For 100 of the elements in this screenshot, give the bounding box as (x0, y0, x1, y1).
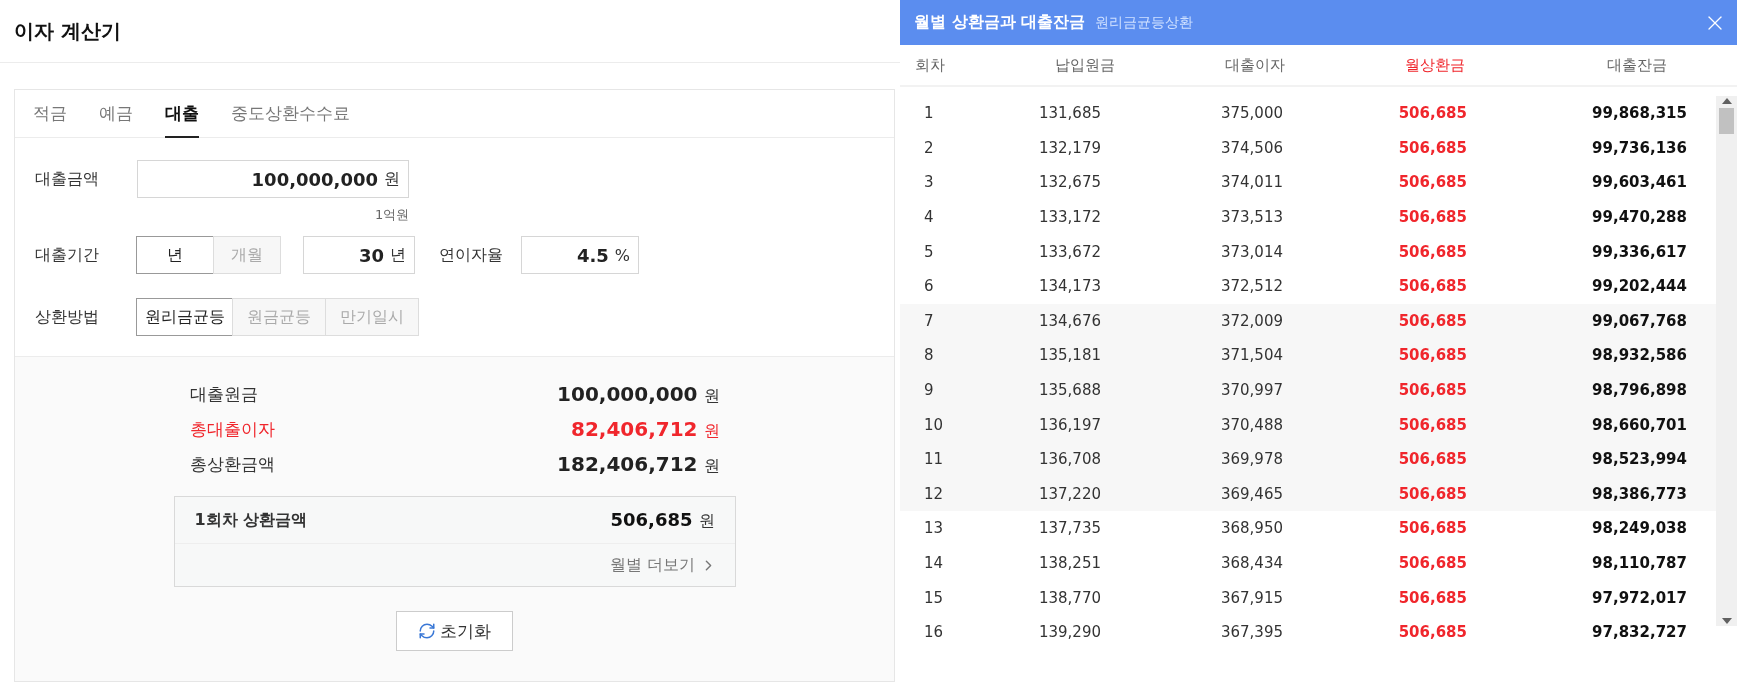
table-cell-text: 368,950 (1219, 519, 1284, 538)
table-cell-text: 138,251 (1037, 554, 1102, 572)
panel-subtitle: 원리금균등상환 (1095, 13, 1195, 32)
table-cell-text: 506,685 (1397, 208, 1468, 227)
table-cell-text: 367,915 (1219, 588, 1284, 607)
unit-label: 원 (703, 386, 720, 407)
column-header: 대출잔금 (1606, 55, 1668, 75)
table-cell-text: 99,470,288 (1591, 208, 1688, 227)
table-cell-text: 139,290 (1037, 623, 1102, 642)
table-cell-text: 373,513 (1219, 208, 1284, 227)
table-cell-text: 136,708 (1037, 450, 1102, 469)
table-cell-text: 368,434 (1219, 554, 1284, 572)
table-cell-text: 16 (923, 623, 945, 642)
unit-toggle[interactable]: 년 (136, 236, 214, 274)
refresh-icon (418, 622, 436, 640)
tab[interactable]: 적금 (33, 90, 67, 138)
table-cell-text: 3 (923, 173, 935, 192)
table-cell-text: 1 (923, 104, 935, 123)
scrollbar-thumb[interactable] (1719, 108, 1734, 134)
table-cell-text: 135,688 (1037, 381, 1102, 400)
table-cell-text: 6 (923, 277, 935, 296)
table-cell-text: 506,685 (1397, 484, 1468, 503)
column-header: 회차 (914, 55, 946, 75)
table-cell-text: 370,997 (1219, 381, 1284, 400)
period-field[interactable]: 30 년 (303, 236, 415, 274)
page-title: 이자 계산기 (14, 17, 121, 45)
table-cell-text: 11 (923, 450, 945, 469)
table-cell-text: 374,011 (1219, 173, 1284, 192)
table-cell-text: 98,932,586 (1591, 346, 1688, 365)
table-cell-text: 98,796,898 (1591, 381, 1688, 400)
table-cell-text: 506,685 (1397, 519, 1468, 538)
method-option[interactable]: 원리금균등 (136, 298, 233, 336)
table-cell-text: 98,110,787 (1591, 554, 1688, 572)
table-cell-text: 506,685 (1397, 346, 1468, 365)
table-cell-text: 7 (923, 311, 935, 330)
table-cell-text: 98,660,701 (1591, 415, 1688, 434)
reset-button[interactable]: 초기화 (396, 611, 513, 651)
summary-label: 총대출이자 (189, 418, 275, 441)
tab[interactable]: 예금 (99, 90, 133, 138)
table-cell-text: 15 (923, 588, 945, 607)
table-cell-text: 137,220 (1037, 484, 1102, 503)
table-cell-text: 506,685 (1397, 311, 1468, 330)
table-cell-text: 372,009 (1219, 311, 1284, 330)
table-cell-text: 99,603,461 (1591, 173, 1688, 192)
table-cell-text: 371,504 (1219, 346, 1284, 365)
table-cell-text: 132,675 (1037, 173, 1102, 192)
scroll-down-icon[interactable] (1721, 618, 1732, 624)
unit-label: 원 (703, 456, 720, 477)
table-cell-text: 373,014 (1219, 242, 1284, 261)
table-cell-text: 133,672 (1037, 242, 1102, 261)
table-cell-text: 374,506 (1219, 138, 1284, 157)
field-label: 상환방법 (35, 306, 100, 328)
table-cell-text: 8 (923, 346, 935, 365)
table-cell-text: 99,336,617 (1591, 242, 1688, 261)
unit-label: 원 (698, 510, 715, 532)
field-label: 대출기간 (35, 244, 100, 266)
monthly-more-link[interactable]: 월별 더보기 (610, 554, 717, 576)
table-cell-text: 133,172 (1037, 208, 1102, 227)
table-cell-text: 134,173 (1037, 277, 1102, 296)
table-cell-text: 12 (923, 484, 945, 503)
table-cell-text: 14 (923, 554, 945, 572)
table-cell-text: 97,972,017 (1591, 588, 1688, 607)
table-cell-text: 98,386,773 (1591, 484, 1688, 503)
table-cell-text: 506,685 (1397, 242, 1468, 261)
table-cell-text: 506,685 (1397, 381, 1468, 400)
table-cell-text: 370,488 (1219, 415, 1284, 434)
table-cell-text: 506,685 (1397, 104, 1468, 123)
table-cell-text: 506,685 (1397, 554, 1468, 572)
table-cell-text: 136,197 (1037, 415, 1102, 434)
table-cell-text: 97,832,727 (1591, 623, 1688, 642)
tab[interactable]: 중도상환수수료 (231, 90, 350, 138)
table-cell-text: 98,523,994 (1591, 450, 1688, 469)
table-cell-text: 375,000 (1219, 104, 1284, 123)
tab[interactable]: 대출 (165, 90, 199, 138)
table-cell-text: 369,465 (1219, 484, 1284, 503)
table-cell-text: 5 (923, 242, 935, 261)
table-cell-text: 369,978 (1219, 450, 1284, 469)
table-cell-text: 131,685 (1037, 104, 1102, 123)
table-cell-text: 2 (923, 138, 935, 157)
amount-field[interactable]: 100,000,000 원 (137, 160, 409, 198)
table-cell-text: 99,736,136 (1591, 138, 1688, 157)
table-cell-text: 9 (923, 381, 935, 400)
summary-value: 100,000,000 (557, 382, 698, 406)
panel-title: 월별 상환금과 대출잔금 (914, 12, 1086, 33)
table-cell-text: 99,202,444 (1591, 277, 1688, 296)
scroll-up-icon[interactable] (1721, 98, 1732, 104)
rate-field[interactable]: 4.5 % (521, 236, 639, 274)
amount-hint: 1억원 (375, 206, 410, 224)
table-cell-text: 506,685 (1397, 173, 1468, 192)
field-label: 대출금액 (35, 168, 100, 190)
table-cell-text: 137,735 (1037, 519, 1102, 538)
field-label: 연이자율 (439, 244, 503, 266)
summary-value: 82,406,712 (570, 417, 698, 441)
scrollbar[interactable] (1716, 96, 1737, 626)
table-cell-text: 372,512 (1219, 277, 1284, 296)
table-cell-text: 135,181 (1037, 346, 1102, 365)
table-cell-text: 13 (923, 519, 945, 538)
table-cell-text: 506,685 (1397, 450, 1468, 469)
table-cell-text: 10 (923, 415, 945, 434)
unit-label: 원 (703, 421, 720, 442)
